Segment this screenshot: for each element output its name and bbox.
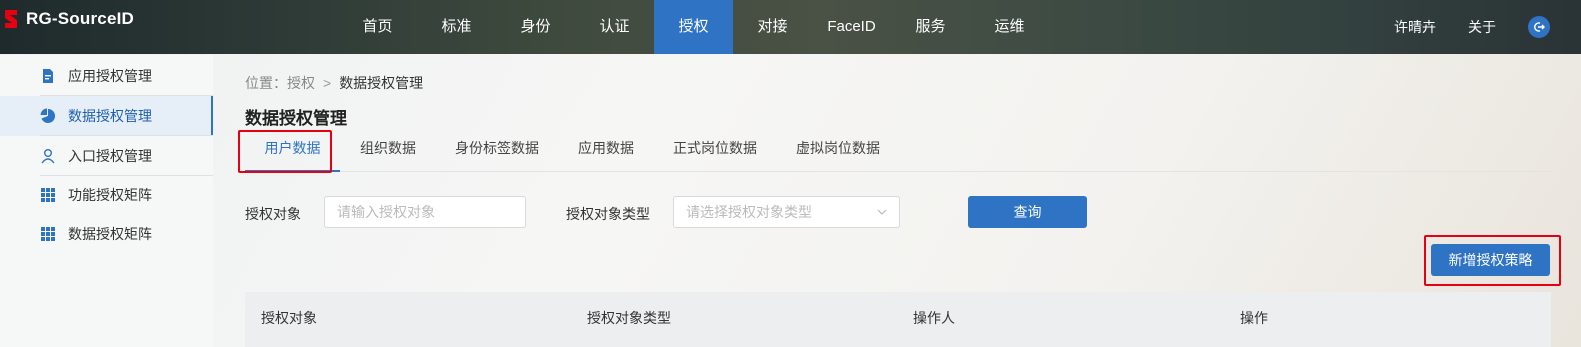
logo-text: RG-SourceID bbox=[26, 9, 134, 28]
column-header: 授权对象 bbox=[261, 310, 317, 326]
logo[interactable]: RG-SourceID bbox=[2, 8, 134, 30]
main-nav: 首页 标准 身份 认证 授权 对接 FaceID 服务 运维 bbox=[338, 0, 1049, 54]
sidebar-item-label: 数据授权矩阵 bbox=[68, 226, 152, 242]
table-header: 授权对象 授权对象类型 操作人 操作 bbox=[245, 292, 1551, 347]
nav-integration[interactable]: 对接 bbox=[733, 0, 812, 54]
pie-chart-icon bbox=[40, 108, 56, 123]
page-title: 数据授权管理 bbox=[245, 109, 347, 128]
breadcrumb-current: 数据授权管理 bbox=[339, 75, 424, 91]
logout-button[interactable] bbox=[1528, 16, 1550, 38]
sidebar-item-label: 功能授权矩阵 bbox=[68, 187, 152, 203]
sidebar-item-entry-auth[interactable]: 入口授权管理 bbox=[0, 136, 213, 176]
app-auth-icon bbox=[43, 69, 53, 83]
chevron-down-icon bbox=[877, 209, 887, 215]
nav-standard[interactable]: 标准 bbox=[417, 0, 496, 54]
tab-org-data[interactable]: 组织数据 bbox=[360, 134, 416, 172]
column-header: 操作 bbox=[1240, 310, 1268, 326]
sidebar: 应用授权管理 数据授权管理 入口授权管理 功能授权矩阵 数据授权矩阵 bbox=[0, 55, 213, 347]
nav-faceid[interactable]: FaceID bbox=[812, 0, 891, 54]
sidebar-item-data-auth[interactable]: 数据授权管理 bbox=[0, 96, 213, 136]
nav-authorization[interactable]: 授权 bbox=[654, 0, 733, 54]
top-navbar: RG-SourceID 首页 标准 身份 认证 授权 对接 FaceID 服务 … bbox=[0, 0, 1581, 54]
query-button[interactable]: 查询 bbox=[968, 196, 1087, 228]
column-header: 操作人 bbox=[913, 310, 955, 326]
grid-icon bbox=[41, 227, 55, 241]
tab-formal-position-data[interactable]: 正式岗位数据 bbox=[673, 134, 757, 172]
tab-bar: 用户数据 组织数据 身份标签数据 应用数据 正式岗位数据 虚拟岗位数据 bbox=[245, 134, 1551, 172]
object-type-label: 授权对象类型 bbox=[566, 206, 650, 222]
logo-icon bbox=[5, 10, 17, 28]
object-label: 授权对象 bbox=[245, 206, 301, 222]
breadcrumb: 位置：授权 > 数据授权管理 bbox=[245, 73, 423, 93]
object-type-select[interactable]: 请选择授权对象类型 bbox=[673, 196, 900, 228]
about-link[interactable]: 关于 bbox=[1468, 0, 1496, 54]
nav-authentication[interactable]: 认证 bbox=[575, 0, 654, 54]
highlight-box bbox=[1424, 235, 1561, 286]
user-icon bbox=[41, 149, 55, 164]
sidebar-item-function-matrix[interactable]: 功能授权矩阵 bbox=[0, 175, 213, 215]
tab-app-data[interactable]: 应用数据 bbox=[578, 134, 634, 172]
sidebar-item-label: 应用授权管理 bbox=[68, 68, 152, 84]
user-name[interactable]: 许晴卉 bbox=[1394, 0, 1436, 54]
grid-icon bbox=[41, 188, 55, 202]
highlight-box bbox=[238, 130, 332, 173]
object-type-placeholder: 请选择授权对象类型 bbox=[686, 204, 812, 220]
object-input[interactable] bbox=[324, 196, 526, 228]
tab-identity-tag-data[interactable]: 身份标签数据 bbox=[455, 134, 539, 172]
nav-identity[interactable]: 身份 bbox=[496, 0, 575, 54]
sidebar-item-label: 数据授权管理 bbox=[68, 108, 152, 124]
nav-home[interactable]: 首页 bbox=[338, 0, 417, 54]
logout-icon bbox=[1534, 22, 1545, 32]
breadcrumb-prefix: 位置： bbox=[245, 75, 287, 91]
sidebar-item-app-auth[interactable]: 应用授权管理 bbox=[0, 56, 213, 96]
sidebar-item-data-matrix[interactable]: 数据授权矩阵 bbox=[0, 214, 213, 254]
breadcrumb-separator: > bbox=[323, 75, 332, 91]
breadcrumb-parent[interactable]: 授权 bbox=[287, 75, 315, 91]
nav-service[interactable]: 服务 bbox=[891, 0, 970, 54]
nav-operations[interactable]: 运维 bbox=[970, 0, 1049, 54]
sidebar-item-label: 入口授权管理 bbox=[68, 148, 152, 164]
tab-virtual-position-data[interactable]: 虚拟岗位数据 bbox=[796, 134, 880, 172]
column-header: 授权对象类型 bbox=[587, 310, 671, 326]
